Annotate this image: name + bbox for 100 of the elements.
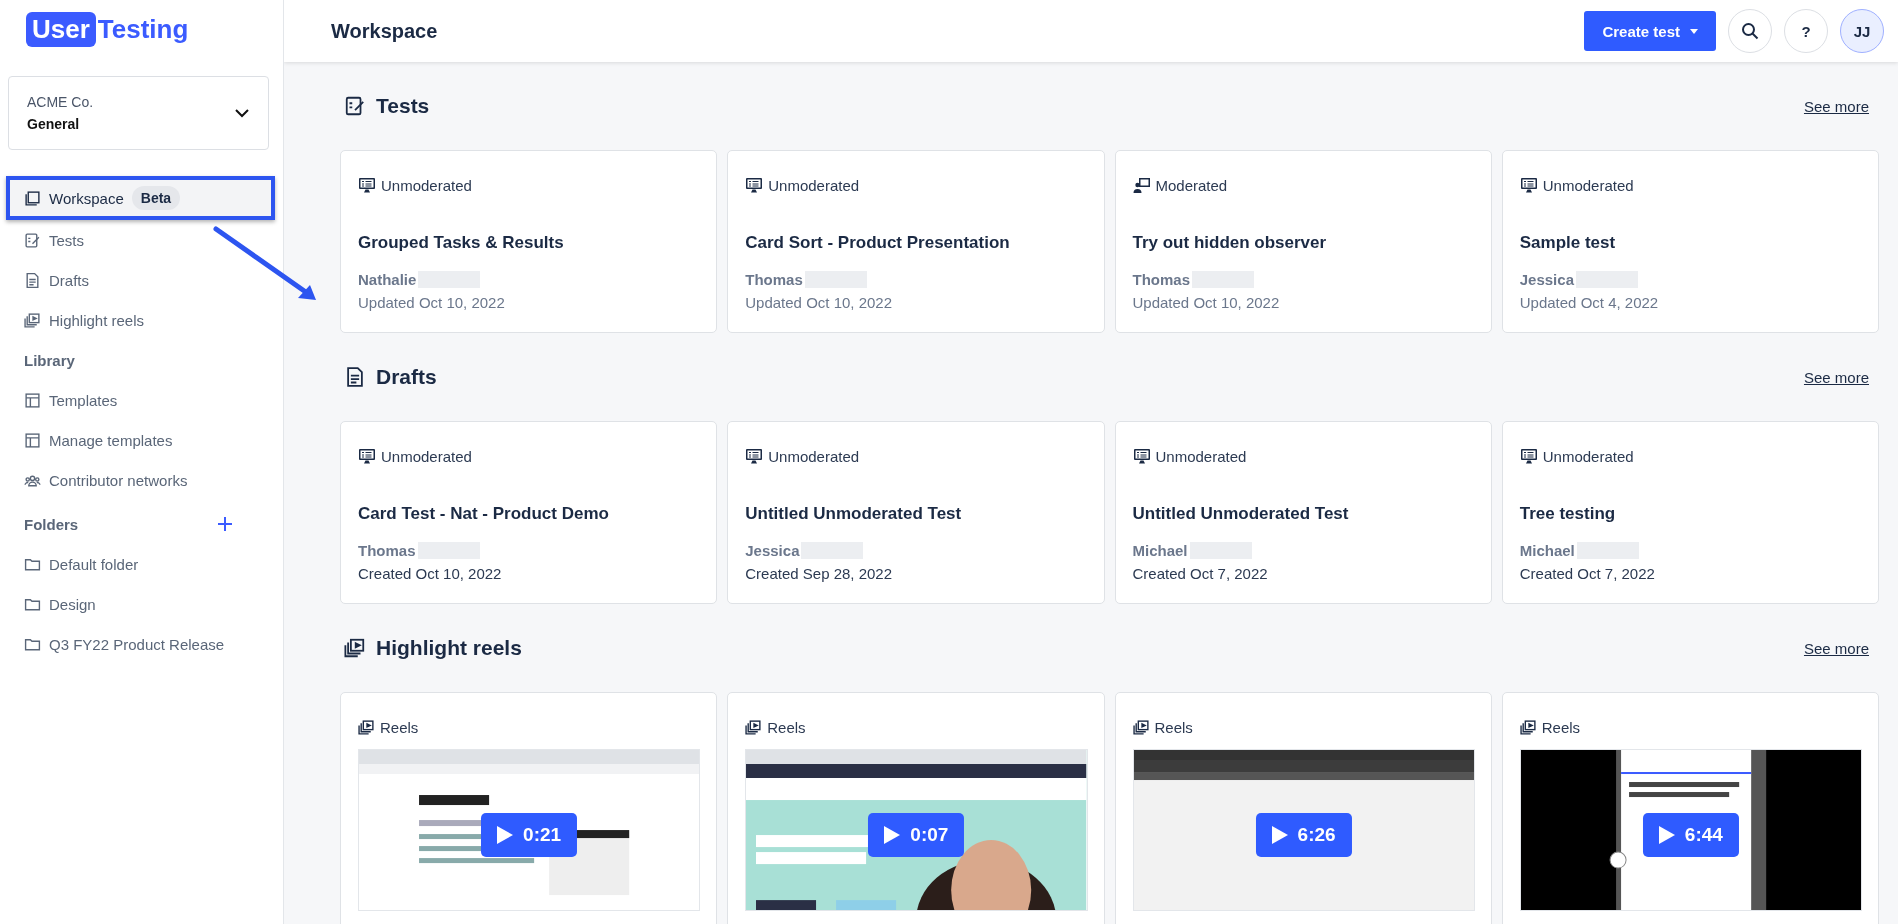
reel-type: Reels — [1154, 718, 1193, 736]
author-name: Jessica — [1519, 271, 1574, 288]
account-selector[interactable]: ACME Co. General — [8, 76, 269, 150]
card-date: Updated Oct 10, 2022 — [745, 294, 894, 311]
user-avatar[interactable]: JJ — [1840, 9, 1884, 53]
nav-label: Drafts — [49, 271, 89, 289]
play-icon — [497, 826, 514, 844]
nav-item[interactable]: Templates — [0, 380, 283, 420]
reel-card[interactable]: Reels 6:44 — [1501, 692, 1879, 924]
nav-item[interactable]: Manage templates — [0, 420, 283, 460]
see-more-link[interactable]: See more — [1803, 368, 1869, 386]
monitor-icon — [1519, 447, 1538, 465]
reel-type: Reels — [380, 718, 419, 736]
test-type: Unmoderated — [768, 176, 860, 194]
author-name: Thomas — [358, 542, 416, 559]
author-name: Jessica — [745, 542, 800, 559]
workspace-icon — [24, 189, 41, 207]
test-card[interactable]: Unmoderated Grouped Tasks & Results Nathalie Updated Oct 10, 2022 — [340, 150, 718, 333]
search-button[interactable] — [1728, 9, 1772, 53]
nav-label: Templates — [49, 391, 118, 409]
reel-card[interactable]: Reels 6:26 — [1114, 692, 1492, 924]
play-icon — [884, 826, 901, 844]
author-name: Nathalie — [358, 271, 417, 288]
nav-item[interactable]: Workspace Beta — [6, 176, 275, 220]
section-title: Highlight reels — [376, 636, 522, 660]
test-card[interactable]: Unmoderated Card Sort - Product Presentation Thomas Updated Oct 10, 2022 — [727, 150, 1105, 333]
usertesting-logo[interactable]: User Testing — [0, 0, 283, 48]
folders-heading: Folders — [24, 515, 79, 533]
reels-icon — [24, 311, 41, 329]
test-type: Moderated — [1155, 176, 1228, 194]
page-title: Workspace — [331, 19, 439, 43]
test-card[interactable]: Unmoderated Tree testing Michael Created Oct 7, 2022 — [1501, 421, 1879, 604]
card-title: Untitled Unmoderated Test — [745, 504, 963, 524]
caret-icon — [1690, 28, 1698, 34]
reel-card[interactable]: Reels 0:07 — [727, 692, 1105, 924]
card-title: Grouped Tasks & Results — [358, 233, 565, 253]
folder-item[interactable]: Default folder — [0, 544, 283, 584]
test-type: Unmoderated — [381, 176, 472, 194]
card-date: Created Oct 10, 2022 — [358, 565, 503, 582]
card-date: Updated Oct 10, 2022 — [358, 294, 506, 311]
test-type: Unmoderated — [1542, 176, 1634, 194]
test-type: Unmoderated — [768, 447, 860, 465]
nav-item[interactable]: Tests — [0, 220, 283, 260]
see-more-link[interactable]: See more — [1803, 639, 1869, 657]
nav-label: Highlight reels — [49, 311, 145, 329]
play-icon — [1271, 826, 1288, 844]
card-title: Card Sort - Product Presentation — [745, 233, 1011, 253]
card-date: Created Sep 28, 2022 — [745, 565, 894, 582]
test-type: Unmoderated — [381, 447, 472, 465]
folder-label: Default folder — [49, 555, 139, 573]
nav-item[interactable]: Contributor networks — [0, 460, 283, 500]
test-card[interactable]: Unmoderated Untitled Unmoderated Test Jessica Created Sep 28, 2022 — [727, 421, 1105, 604]
test-card[interactable]: Unmoderated Card Test - Nat - Product Demo Thomas Created Oct 10, 2022 — [340, 421, 718, 604]
monitor-icon — [745, 447, 764, 465]
test-card[interactable]: Moderated Try out hidden observer Thomas Updated Oct 10, 2022 — [1114, 150, 1492, 333]
tests-icon — [344, 95, 366, 117]
layout-icon — [24, 431, 41, 449]
card-title: Try out hidden observer — [1132, 233, 1328, 253]
author-name: Thomas — [1132, 271, 1190, 288]
card-title: Sample test — [1519, 233, 1617, 253]
folder-label: Q3 FY22 Product Release — [49, 635, 225, 653]
reels-icon — [1519, 718, 1537, 736]
reels-icon — [344, 637, 366, 659]
chevron-down-icon — [234, 108, 250, 118]
presenter-icon — [1132, 176, 1151, 194]
layout-icon — [24, 391, 41, 409]
library-heading: Library — [24, 351, 75, 369]
monitor-icon — [358, 176, 376, 194]
monitor-icon — [358, 447, 376, 465]
play-button[interactable]: 0:07 — [868, 813, 965, 857]
tests-icon — [24, 231, 41, 249]
test-card[interactable]: Unmoderated Sample test Jessica Updated Oct 4, 2022 — [1501, 150, 1879, 333]
see-more-link[interactable]: See more — [1803, 97, 1869, 115]
folder-item[interactable]: Design — [0, 584, 283, 624]
card-title: Untitled Unmoderated Test — [1132, 504, 1350, 524]
reels-icon — [358, 718, 375, 736]
card-date: Updated Oct 10, 2022 — [1132, 294, 1281, 311]
reel-type: Reels — [767, 718, 806, 736]
nav-item[interactable]: Drafts — [0, 260, 283, 300]
help-button[interactable]: ? — [1784, 9, 1828, 53]
card-date: Created Oct 7, 2022 — [1132, 565, 1269, 582]
play-button[interactable]: 0:21 — [481, 813, 578, 857]
play-button[interactable]: 6:26 — [1255, 813, 1352, 857]
test-card[interactable]: Unmoderated Untitled Unmoderated Test Michael Created Oct 7, 2022 — [1114, 421, 1492, 604]
nav-label: Tests — [49, 231, 84, 249]
nav-label: Manage templates — [49, 431, 173, 449]
card-date: Created Oct 7, 2022 — [1519, 565, 1656, 582]
author-name: Michael — [1132, 542, 1188, 559]
play-button[interactable]: 6:44 — [1642, 813, 1739, 857]
reel-card[interactable]: Reels 0:21 — [340, 692, 718, 924]
beta-badge: Beta — [131, 186, 181, 210]
nav-label: Workspace — [49, 189, 124, 207]
reels-icon — [745, 718, 763, 736]
reels-icon — [1132, 718, 1150, 736]
section-title: Tests — [376, 94, 430, 118]
create-test-button[interactable]: Create test — [1584, 11, 1716, 51]
plus-icon — [218, 517, 232, 531]
nav-item[interactable]: Highlight reels — [0, 300, 283, 340]
card-title: Tree testing — [1519, 504, 1617, 524]
folder-item[interactable]: Q3 FY22 Product Release — [0, 624, 283, 664]
